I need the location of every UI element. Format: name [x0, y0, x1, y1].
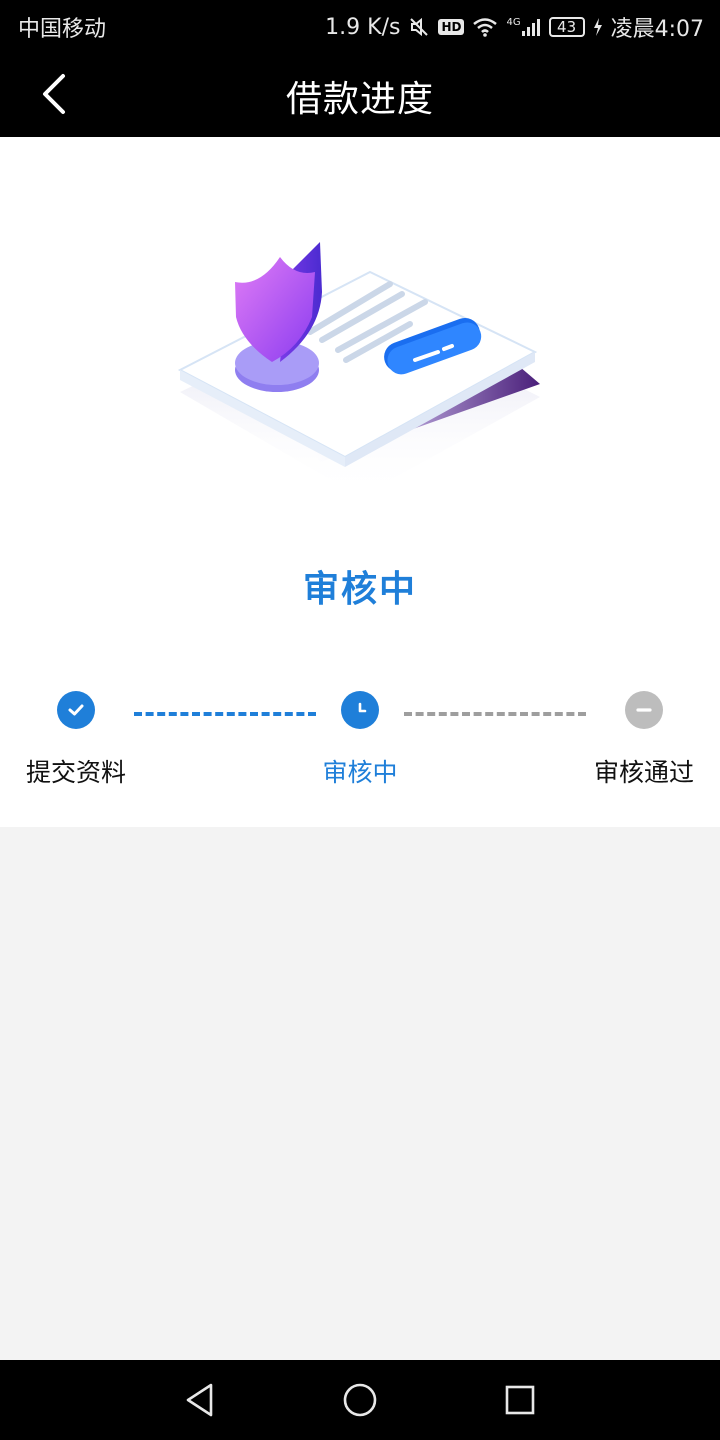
nav-back-button[interactable] — [178, 1378, 222, 1422]
minus-icon — [636, 708, 652, 712]
signal-icon: 4G — [506, 17, 540, 37]
step-label-reviewing: 审核中 — [322, 758, 398, 787]
net-speed: 1.9 K/s — [325, 14, 401, 40]
screen: 中国移动 1.9 K/s HD 4G 43 凌晨4:07 借款进度 审核中 提交… — [0, 0, 720, 1440]
step-pending-icon — [625, 691, 663, 729]
clock-time: 凌晨4:07 — [610, 17, 704, 42]
status-bar: 中国移动 1.9 K/s HD 4G 43 凌晨4:07 — [0, 0, 720, 50]
nav-recents-button[interactable] — [498, 1378, 542, 1422]
system-nav-bar — [0, 1360, 720, 1440]
step-connector-completed — [134, 712, 316, 716]
battery-icon: 43 — [548, 17, 585, 37]
review-illustration — [177, 242, 540, 497]
triangle-back-icon — [186, 1383, 213, 1417]
nav-home-button[interactable] — [338, 1378, 382, 1422]
step-done-icon — [57, 691, 95, 729]
carrier-name: 中国移动 — [18, 17, 107, 42]
progress-card: 审核中 提交资料 审核中 审核通过 — [0, 137, 720, 827]
status-icons: 1.9 K/s HD 4G 43 凌晨4:07 — [325, 11, 704, 43]
mute-icon — [408, 16, 430, 38]
step-label-approved: 审核通过 — [593, 758, 694, 787]
step-label-submit: 提交资料 — [25, 758, 126, 787]
check-icon — [68, 704, 84, 716]
header: 借款进度 — [0, 50, 720, 137]
circle-home-icon — [343, 1383, 377, 1417]
wifi-icon — [472, 16, 498, 38]
step-connector-pending — [404, 712, 586, 716]
hd-icon: HD — [438, 19, 465, 35]
page-title: 借款进度 — [285, 79, 434, 120]
charging-icon — [593, 18, 603, 36]
review-status-heading: 审核中 — [302, 569, 417, 610]
square-recents-icon — [505, 1385, 535, 1415]
step-current-icon — [341, 691, 379, 729]
clock-icon — [358, 702, 367, 713]
